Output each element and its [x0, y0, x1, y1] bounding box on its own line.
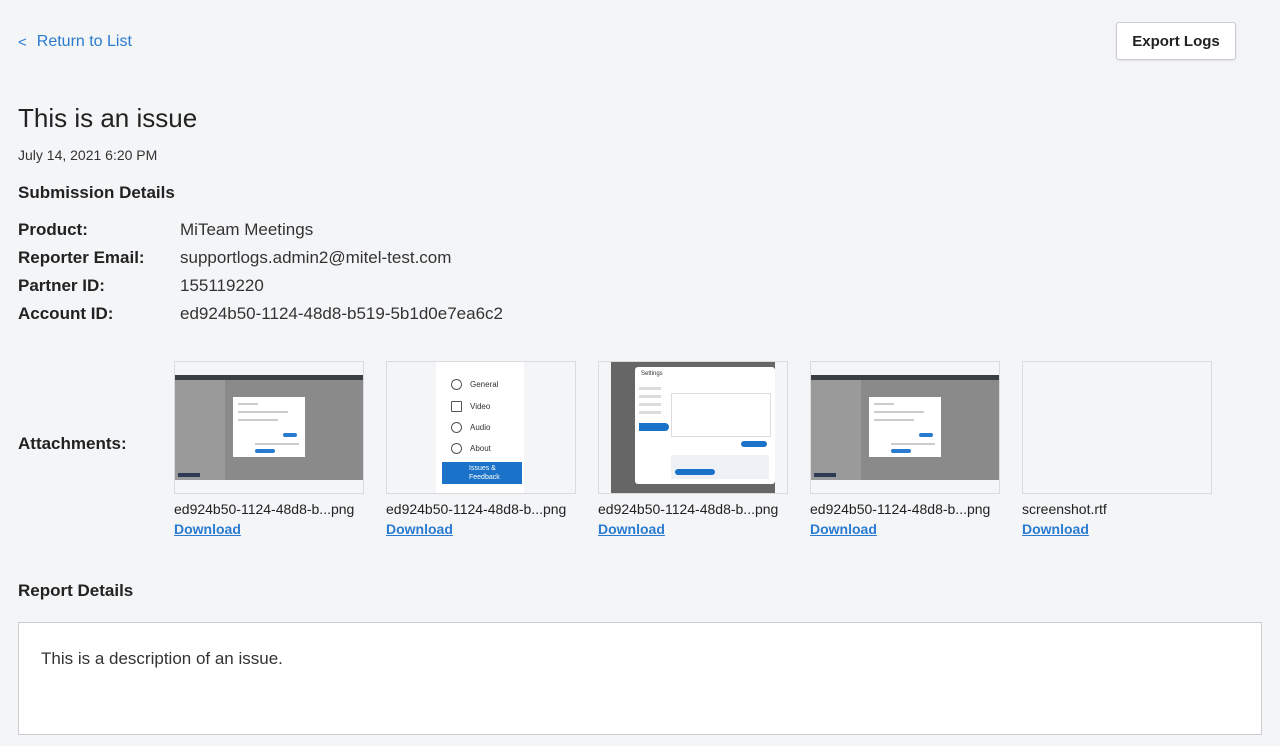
attachment-thumbnail[interactable] [174, 361, 364, 494]
submission-details-heading: Submission Details [18, 183, 175, 202]
download-link[interactable]: Download [810, 521, 877, 537]
report-details-heading: Report Details [18, 581, 134, 600]
detail-row-reporter-email: Reporter Email: supportlogs.admin2@mitel… [18, 244, 503, 272]
screenshot-preview [175, 375, 363, 480]
detail-value: MiTeam Meetings [180, 220, 314, 239]
attachment-filename: ed924b50-1124-48d8-b...png [598, 501, 779, 517]
attachment-thumbnail[interactable] [810, 361, 1000, 494]
detail-label: Partner ID: [18, 276, 105, 295]
detail-value: ed924b50-1124-48d8-b519-5b1d0e7ea6c2 [180, 304, 503, 323]
report-description-box: This is a description of an issue. [18, 622, 1262, 735]
detail-row-product: Product: MiTeam Meetings [18, 216, 503, 244]
attachment-thumbnail[interactable]: Settings [598, 361, 788, 494]
chevron-left-icon: < [18, 33, 27, 51]
attachment-filename: ed924b50-1124-48d8-b...png [174, 501, 355, 517]
detail-label: Account ID: [18, 304, 114, 323]
detail-value: 155119220 [180, 276, 264, 295]
download-link[interactable]: Download [1022, 521, 1089, 537]
return-to-list-label: Return to List [36, 33, 132, 50]
detail-label: Reporter Email: [18, 248, 145, 267]
attachment-item: ed924b50-1124-48d8-b...png Download [810, 361, 1000, 539]
issue-date: July 14, 2021 6:20 PM [18, 147, 158, 163]
attachment-thumbnail[interactable] [1022, 361, 1212, 494]
submission-details: Product: MiTeam Meetings Reporter Email:… [18, 216, 503, 328]
attachment-item: Settings ed924b50-1124-48d8-b...png Down… [598, 361, 788, 539]
detail-label: Product: [18, 220, 88, 239]
attachments-label: Attachments: [18, 434, 127, 453]
download-link[interactable]: Download [386, 521, 453, 537]
download-link[interactable]: Download [598, 521, 665, 537]
attachments-list: ed924b50-1124-48d8-b...png Download Gene… [174, 361, 1212, 539]
attachment-item: ed924b50-1124-48d8-b...png Download [174, 361, 364, 539]
attachment-thumbnail[interactable]: General Video Audio About Issues & Feedb… [386, 361, 576, 494]
attachment-item: screenshot.rtf Download [1022, 361, 1212, 539]
detail-row-partner-id: Partner ID: 155119220 [18, 272, 503, 300]
screenshot-preview [811, 375, 999, 480]
detail-value: supportlogs.admin2@mitel-test.com [180, 248, 452, 267]
screenshot-preview: Settings [611, 362, 775, 493]
attachment-filename: ed924b50-1124-48d8-b...png [810, 501, 991, 517]
export-logs-button[interactable]: Export Logs [1116, 22, 1236, 60]
attachment-filename: screenshot.rtf [1022, 501, 1107, 517]
attachment-filename: ed924b50-1124-48d8-b...png [386, 501, 567, 517]
download-link[interactable]: Download [174, 521, 241, 537]
return-to-list-link[interactable]: < Return to List [18, 33, 132, 51]
page-title: This is an issue [18, 103, 198, 133]
attachment-item: General Video Audio About Issues & Feedb… [386, 361, 576, 539]
detail-row-account-id: Account ID: ed924b50-1124-48d8-b519-5b1d… [18, 300, 503, 328]
report-description: This is a description of an issue. [41, 649, 283, 668]
